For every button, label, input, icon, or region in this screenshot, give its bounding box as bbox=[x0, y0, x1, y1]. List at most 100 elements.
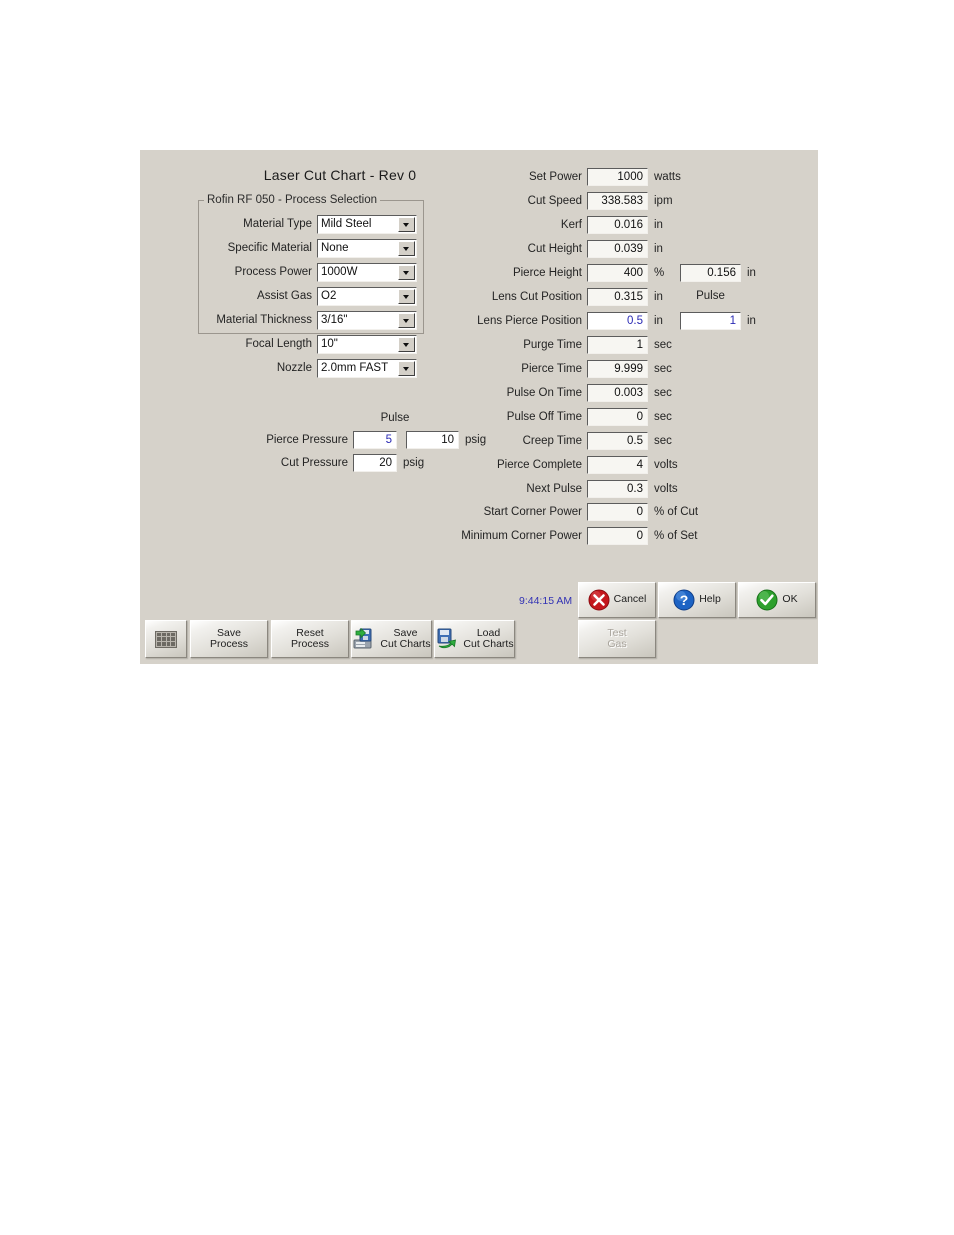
combo-material-thickness[interactable]: 3/16" bbox=[317, 310, 417, 330]
label-set-power: Set Power bbox=[528, 171, 582, 183]
field-row-set-power: Set Power 1000 watts bbox=[440, 167, 681, 187]
chevron-down-icon[interactable] bbox=[398, 360, 415, 376]
load-cut-charts-button[interactable]: Load Cut Charts bbox=[434, 620, 515, 658]
save-process-button-label: Save Process bbox=[210, 626, 248, 650]
input-cut-speed[interactable]: 338.583 bbox=[587, 192, 648, 210]
clock-display: 9:44:15 AM bbox=[519, 595, 573, 607]
input-pulse-off-time[interactable]: 0 bbox=[587, 408, 648, 426]
cancel-button[interactable]: Cancel bbox=[578, 582, 656, 618]
input-set-power[interactable]: 1000 bbox=[587, 168, 648, 186]
pressure-pulse-header: Pulse bbox=[380, 412, 410, 424]
chevron-down-icon[interactable] bbox=[398, 336, 415, 352]
label-material-thickness: Material Thickness bbox=[216, 314, 312, 326]
input-creep-time[interactable]: 0.5 bbox=[587, 432, 648, 450]
input-pierce-pressure[interactable]: 5 bbox=[353, 431, 397, 449]
chevron-down-icon[interactable] bbox=[398, 288, 415, 304]
input-pierce-height-absolute[interactable]: 0.156 bbox=[680, 264, 741, 282]
field-row-material-type: Material Type Mild Steel bbox=[200, 214, 422, 234]
input-purge-time[interactable]: 1 bbox=[587, 336, 648, 354]
unit-lens-cut-position: in bbox=[654, 291, 663, 303]
field-row-creep-time: Creep Time 0.5 sec bbox=[440, 431, 672, 451]
field-row-focal-length: Focal Length 10" bbox=[200, 334, 422, 354]
input-cut-height[interactable]: 0.039 bbox=[587, 240, 648, 258]
save-disk-icon bbox=[352, 628, 376, 650]
label-pulse-off-time: Pulse Off Time bbox=[506, 411, 582, 423]
input-lens-pierce-position[interactable]: 0.5 bbox=[587, 312, 648, 330]
reset-process-button[interactable]: Reset Process bbox=[271, 620, 349, 658]
field-row-assist-gas: Assist Gas O2 bbox=[200, 286, 422, 306]
combo-value-material-type: Mild Steel bbox=[321, 217, 372, 230]
help-button[interactable]: ? Help bbox=[658, 582, 736, 618]
label-purge-time: Purge Time bbox=[523, 339, 582, 351]
chevron-down-icon[interactable] bbox=[398, 264, 415, 280]
ok-button[interactable]: OK bbox=[738, 582, 816, 618]
unit-creep-time: sec bbox=[654, 435, 672, 447]
combo-material-type[interactable]: Mild Steel bbox=[317, 214, 417, 234]
process-selection-group-label: Rofin RF 050 - Process Selection bbox=[204, 194, 381, 206]
label-kerf: Kerf bbox=[560, 219, 582, 231]
chevron-down-icon[interactable] bbox=[398, 240, 415, 256]
field-row-nozzle: Nozzle 2.0mm FAST bbox=[200, 358, 422, 378]
keyboard-button[interactable] bbox=[145, 620, 187, 658]
field-row-purge-time: Purge Time 1 sec bbox=[440, 335, 672, 355]
input-minimum-corner-power[interactable]: 0 bbox=[587, 527, 648, 545]
field-row-pierce-height-absolute: 0.156 in bbox=[680, 263, 756, 283]
chevron-down-icon[interactable] bbox=[398, 312, 415, 328]
unit-cut-pressure: psig bbox=[403, 457, 425, 469]
unit-kerf: in bbox=[654, 219, 663, 231]
combo-process-power[interactable]: 1000W bbox=[317, 262, 417, 282]
input-pierce-height[interactable]: 400 bbox=[587, 264, 648, 282]
question-icon: ? bbox=[673, 589, 695, 611]
reset-process-button-label: Reset Process bbox=[291, 626, 329, 650]
combo-specific-material[interactable]: None bbox=[317, 238, 417, 258]
input-lens-cut-position[interactable]: 0.315 bbox=[587, 288, 648, 306]
input-pierce-complete[interactable]: 4 bbox=[587, 456, 648, 474]
field-row-specific-material: Specific Material None bbox=[200, 238, 422, 258]
save-cut-charts-button-label: Save Cut Charts bbox=[380, 626, 431, 650]
label-focal-length: Focal Length bbox=[245, 338, 313, 350]
label-cut-speed: Cut Speed bbox=[527, 195, 582, 207]
combo-value-material-thickness: 3/16" bbox=[321, 313, 348, 326]
laser-cut-chart-dialog: Laser Cut Chart - Rev 0 Rofin RF 050 - P… bbox=[140, 150, 818, 664]
unit-cut-height: in bbox=[654, 243, 663, 255]
field-row-lens-cut-position: Lens Cut Position 0.315 in bbox=[440, 287, 663, 307]
combo-value-focal-length: 10" bbox=[321, 337, 338, 350]
label-assist-gas: Assist Gas bbox=[257, 290, 312, 302]
label-minimum-corner-power: Minimum Corner Power bbox=[461, 530, 582, 542]
label-next-pulse: Next Pulse bbox=[526, 483, 582, 495]
label-cut-pressure: Cut Pressure bbox=[280, 457, 348, 469]
label-pierce-height: Pierce Height bbox=[512, 267, 582, 279]
help-button-label: Help bbox=[699, 593, 721, 606]
field-row-start-corner-power: Start Corner Power 0 % of Cut bbox=[440, 502, 698, 522]
unit-lens-pierce-position: in bbox=[654, 315, 663, 327]
chevron-down-icon[interactable] bbox=[398, 216, 415, 232]
field-row-pierce-height: Pierce Height 400 % bbox=[440, 263, 664, 283]
input-pierce-time[interactable]: 9.999 bbox=[587, 360, 648, 378]
field-row-kerf: Kerf 0.016 in bbox=[440, 215, 663, 235]
input-start-corner-power[interactable]: 0 bbox=[587, 503, 648, 521]
input-cut-pressure[interactable]: 20 bbox=[353, 454, 397, 472]
unit-pulse-off-time: sec bbox=[654, 411, 672, 423]
field-row-process-power: Process Power 1000W bbox=[200, 262, 422, 282]
input-kerf[interactable]: 0.016 bbox=[587, 216, 648, 234]
unit-purge-time: sec bbox=[654, 339, 672, 351]
field-row-pulse-off-time: Pulse Off Time 0 sec bbox=[440, 407, 672, 427]
label-specific-material: Specific Material bbox=[227, 242, 312, 254]
field-row-next-pulse: Next Pulse 0.3 volts bbox=[440, 479, 678, 499]
save-process-button[interactable]: Save Process bbox=[190, 620, 268, 658]
save-cut-charts-button[interactable]: Save Cut Charts bbox=[351, 620, 432, 658]
combo-nozzle[interactable]: 2.0mm FAST bbox=[317, 358, 417, 378]
combo-assist-gas[interactable]: O2 bbox=[317, 286, 417, 306]
label-lens-pierce-position: Lens Pierce Position bbox=[477, 315, 582, 327]
label-pierce-pressure: Pierce Pressure bbox=[266, 434, 348, 446]
input-lens-pierce-pulse[interactable]: 1 bbox=[680, 312, 741, 330]
combo-focal-length[interactable]: 10" bbox=[317, 334, 417, 354]
input-next-pulse[interactable]: 0.3 bbox=[587, 480, 648, 498]
label-creep-time: Creep Time bbox=[522, 435, 582, 447]
combo-value-process-power: 1000W bbox=[321, 265, 358, 278]
green-check-icon bbox=[756, 589, 778, 611]
field-row-cut-pressure: Cut Pressure 20 psig bbox=[200, 453, 424, 473]
unit-pierce-height-absolute: in bbox=[747, 267, 756, 279]
input-pulse-on-time[interactable]: 0.003 bbox=[587, 384, 648, 402]
test-gas-button[interactable]: Test Gas bbox=[578, 620, 656, 658]
